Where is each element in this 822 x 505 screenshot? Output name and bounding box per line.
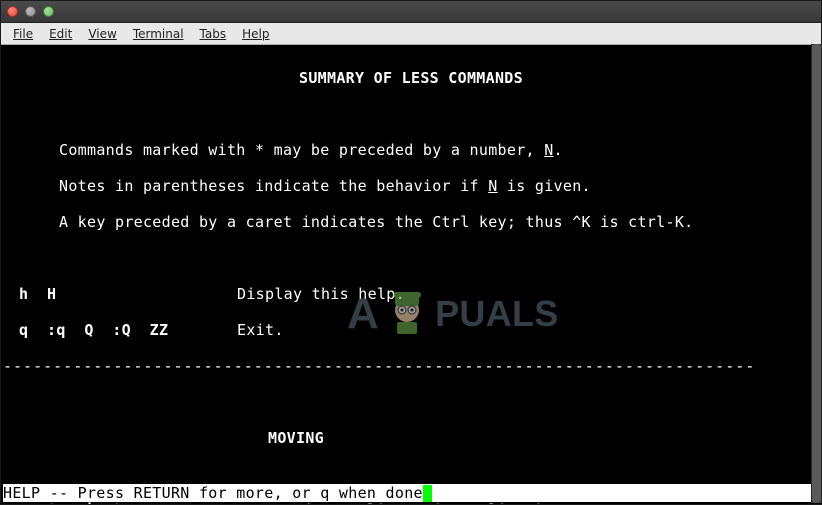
close-icon[interactable] [7,6,18,17]
window-titlebar [1,1,821,23]
menu-edit[interactable]: Edit [41,25,80,43]
doc-intro-1: Commands marked with * may be preceded b… [59,141,819,159]
menubar: File Edit View Terminal Tabs Help [1,23,821,45]
window-controls [7,6,54,17]
help-binding: h H Display this help. [19,285,819,303]
vertical-scrollbar[interactable] [811,44,822,503]
maximize-icon[interactable] [43,6,54,17]
menu-file[interactable]: File [5,25,41,43]
doc-intro-2: Notes in parentheses indicate the behavi… [59,177,819,195]
less-status-line: HELP -- Press RETURN for more, or q when… [3,484,811,502]
cursor-icon [423,485,432,502]
scrollbar-thumb[interactable] [812,44,821,503]
terminal-window: File Edit View Terminal Tabs Help SUMMAR… [0,0,822,505]
doc-title: SUMMARY OF LESS COMMANDS [3,69,819,87]
minimize-icon[interactable] [25,6,36,17]
menu-view[interactable]: View [80,25,124,43]
terminal-viewport[interactable]: SUMMARY OF LESS COMMANDS Commands marked… [1,45,821,504]
menu-help[interactable]: Help [234,25,277,43]
doc-intro-3: A key preceded by a caret indicates the … [59,213,819,231]
moving-title: MOVING [3,429,819,447]
menu-terminal[interactable]: Terminal [125,25,192,43]
menu-tabs[interactable]: Tabs [192,25,235,43]
divider-rule: ----------------------------------------… [3,357,819,375]
quit-binding: q :q Q :Q ZZ Exit. [19,321,819,339]
